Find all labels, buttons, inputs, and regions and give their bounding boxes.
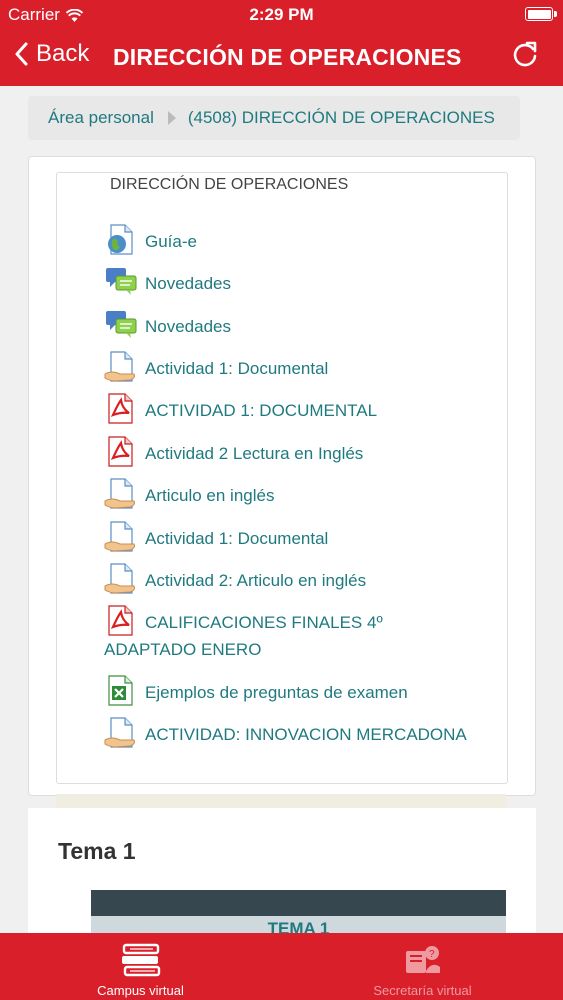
topic-banner-bar <box>91 890 506 916</box>
forum-icon <box>106 268 137 295</box>
battery-icon <box>525 7 557 21</box>
tab-secretaria-virtual[interactable]: ? Secretaría virtual <box>282 933 563 1000</box>
pdf-icon <box>108 436 133 467</box>
activity-label-continued: ADAPTADO ENERO <box>104 640 262 659</box>
activity-label: Articulo en inglés <box>145 486 275 505</box>
status-bar: Carrier 2:29 PM <box>0 0 563 30</box>
activity-label: Guía-e <box>145 232 197 251</box>
activity-item-pdf[interactable]: CALIFICACIONES FINALES 4º ADAPTADO ENERO <box>104 605 504 663</box>
assignment-icon <box>104 520 135 554</box>
activity-label: Ejemplos de preguntas de examen <box>145 683 408 702</box>
back-button[interactable]: Back <box>14 40 89 68</box>
activity-label: CALIFICACIONES FINALES 4º <box>145 613 383 632</box>
tab-label: Secretaría virtual <box>373 983 472 998</box>
svg-text:?: ? <box>429 949 435 960</box>
navigation-bar: Back DIRECCIÓN DE OPERACIONES <box>0 36 563 82</box>
assignment-icon <box>104 562 135 596</box>
topic-title: Tema 1 <box>58 838 136 864</box>
activity-label: ACTIVIDAD 1: DOCUMENTAL <box>145 401 378 420</box>
breadcrumb-current-link[interactable]: (4508) DIRECCIÓN DE OPERACIONES <box>188 108 495 128</box>
activity-label: ACTIVIDAD: INNOVACION MERCADONA <box>145 725 467 744</box>
breadcrumb-separator-icon <box>167 111 176 125</box>
activity-label: Novedades <box>145 317 232 336</box>
assignment-icon <box>104 477 135 511</box>
back-label: Back <box>36 40 90 67</box>
forum-icon <box>106 311 137 338</box>
breadcrumb: Área personal (4508) DIRECCIÓN DE OPERAC… <box>28 96 520 140</box>
bottom-tab-bar: Campus virtual ? Secretaría virtual <box>0 933 563 1000</box>
activity-label: Actividad 2 Lectura en Inglés <box>145 444 364 463</box>
activity-label: Actividad 1: Documental <box>145 529 329 548</box>
top-bar: Carrier 2:29 PM Back DIRECCIÓN DE OPERAC… <box>0 0 563 86</box>
pdf-icon <box>108 393 133 424</box>
refresh-icon <box>513 41 537 67</box>
activity-label: Actividad 1: Documental <box>145 359 329 378</box>
breadcrumb-home-link[interactable]: Área personal <box>48 108 154 128</box>
secretary-icon: ? <box>405 946 440 973</box>
pdf-icon <box>108 605 133 636</box>
activity-label: Actividad 2: Articulo en inglés <box>145 571 367 590</box>
tab-label: Campus virtual <box>97 983 184 998</box>
assignment-icon <box>104 716 135 750</box>
section-title: DIRECCIÓN DE OPERACIONES <box>110 176 349 193</box>
refresh-button[interactable] <box>511 40 539 75</box>
status-time: 2:29 PM <box>249 5 314 24</box>
url-globe-icon <box>108 223 138 257</box>
books-icon <box>121 943 160 977</box>
tab-campus-virtual[interactable]: Campus virtual <box>0 933 281 1000</box>
topic-header-strip <box>56 794 506 808</box>
chevron-left-icon <box>15 42 28 66</box>
excel-icon <box>108 675 133 706</box>
assignment-icon <box>104 350 135 384</box>
activity-label: Novedades <box>145 274 232 293</box>
page-title: DIRECCIÓN DE OPERACIONES <box>113 44 462 70</box>
